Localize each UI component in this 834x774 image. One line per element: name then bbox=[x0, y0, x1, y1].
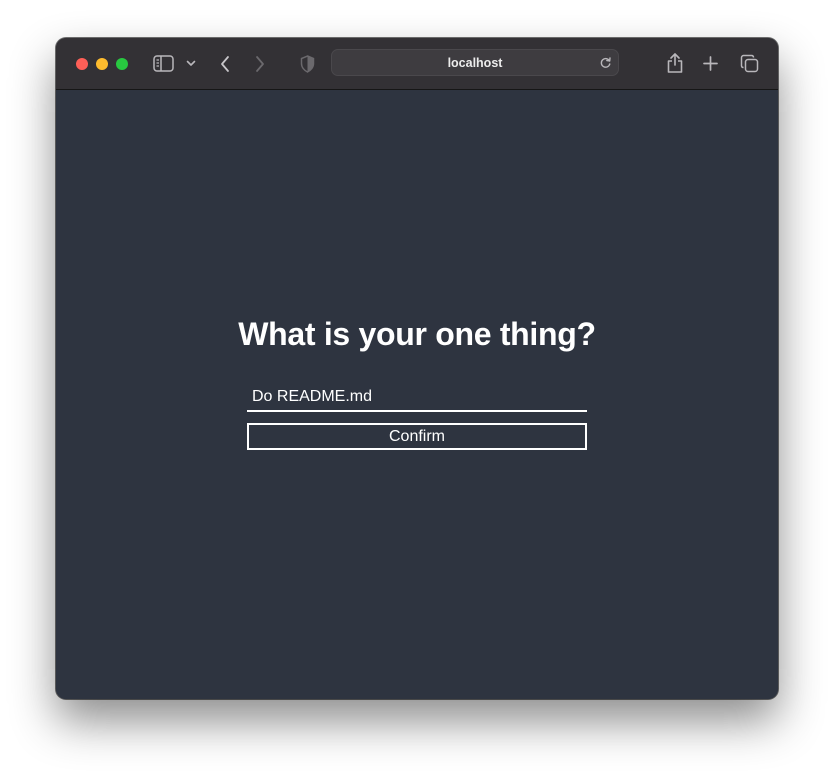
share-icon[interactable] bbox=[666, 52, 684, 74]
address-bar[interactable]: localhost bbox=[331, 49, 619, 76]
browser-window: localhost What is your one thing? Do REA… bbox=[56, 38, 778, 699]
chevron-left-icon[interactable] bbox=[219, 55, 231, 73]
close-window-button[interactable] bbox=[76, 58, 88, 70]
shield-icon[interactable] bbox=[300, 55, 315, 73]
minimize-window-button[interactable] bbox=[96, 58, 108, 70]
chevron-right-icon[interactable] bbox=[254, 55, 266, 73]
tabs-overview-icon[interactable] bbox=[740, 54, 759, 73]
page-title: What is your one thing? bbox=[238, 316, 596, 352]
reload-icon[interactable] bbox=[599, 56, 612, 74]
one-thing-input[interactable] bbox=[247, 384, 587, 412]
chevron-down-icon[interactable] bbox=[186, 60, 196, 67]
address-text: localhost bbox=[447, 56, 503, 70]
zoom-window-button[interactable] bbox=[116, 58, 128, 70]
confirm-button[interactable]: Confirm bbox=[247, 423, 587, 450]
page-content: What is your one thing? Confirm bbox=[56, 90, 778, 699]
plus-icon[interactable] bbox=[703, 56, 718, 71]
browser-toolbar: localhost bbox=[56, 38, 778, 90]
sidebar-icon[interactable] bbox=[153, 55, 174, 72]
